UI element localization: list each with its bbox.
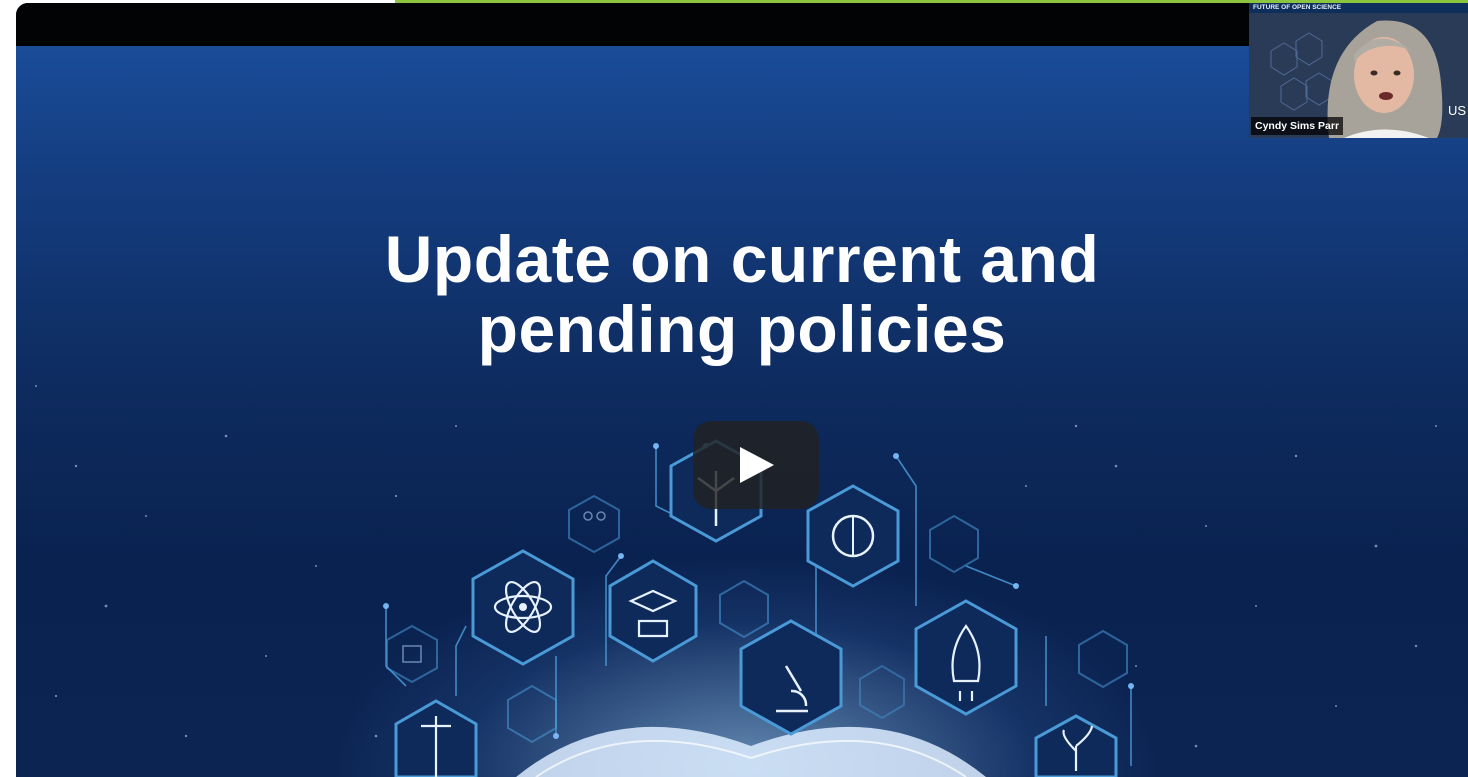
play-button[interactable] [693,421,819,509]
rocket-hex [914,599,1018,716]
graduation-cap-hex [608,559,698,663]
play-icon [740,447,774,483]
bird-hex [929,514,979,574]
people-hex [568,494,620,554]
atom-hex [471,549,575,666]
science-hexagon-illustration [383,439,1134,777]
microscope-hex [739,619,843,736]
chart-hex [507,684,557,744]
webcam-side-text: US [1447,103,1466,118]
presentation-slide: Update on current and pending policies [16,46,1468,777]
open-book-icon [516,726,986,777]
brain-hex [806,484,900,588]
caduceus-hex [394,699,478,777]
plant-hex [1034,714,1118,777]
dna-hex [1078,629,1128,689]
participant-name-label: Cyndy Sims Parr [1251,117,1344,135]
speaker-webcam-thumbnail: FUTURE OF OPEN SCIENCE Cyndy Sims Parr U… [1249,3,1468,138]
molecule-hex [719,579,769,639]
heart-monitor-hex [859,664,905,720]
